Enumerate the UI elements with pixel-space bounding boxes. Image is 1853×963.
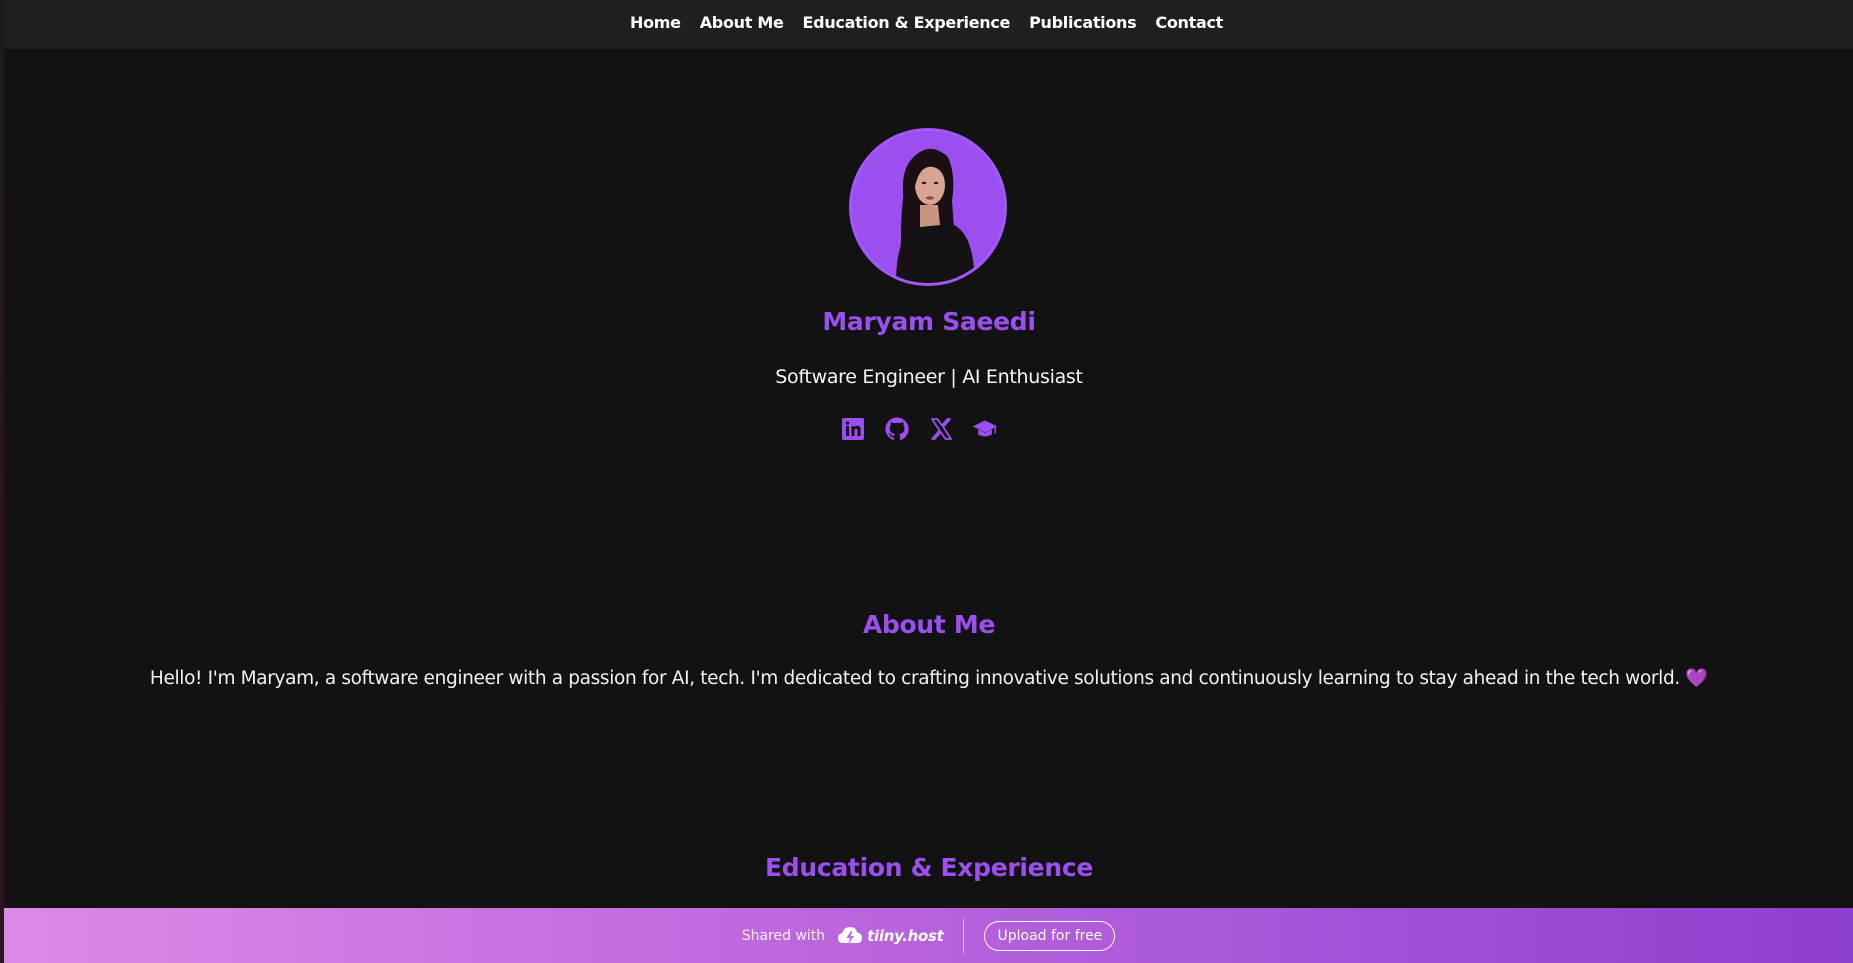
profile-name: Maryam Saeedi xyxy=(822,307,1036,336)
graduation-cap-icon[interactable] xyxy=(972,416,998,442)
social-links xyxy=(840,416,998,442)
linkedin-icon[interactable] xyxy=(840,416,866,442)
top-navigation: Home About Me Education & Experience Pub… xyxy=(4,0,1853,49)
profile-tagline: Software Engineer | AI Enthusiast xyxy=(775,366,1083,388)
tiiny-host-banner: Shared with tiiny.host Upload for free xyxy=(4,908,1853,963)
tiiny-host-brand[interactable]: tiiny.host xyxy=(837,925,944,947)
nav-links: Home About Me Education & Experience Pub… xyxy=(630,13,1223,32)
profile-avatar xyxy=(849,128,1007,286)
github-icon[interactable] xyxy=(884,416,910,442)
nav-contact-link[interactable]: Contact xyxy=(1155,13,1223,32)
banner-divider xyxy=(963,918,965,953)
purple-heart-emoji: 💜 xyxy=(1685,668,1709,689)
left-edge-strip xyxy=(0,0,4,963)
tiiny-host-name: tiiny.host xyxy=(867,926,944,945)
x-icon[interactable] xyxy=(928,416,954,442)
nav-publications-link[interactable]: Publications xyxy=(1029,13,1137,32)
cloud-bolt-icon xyxy=(838,926,863,945)
about-section-title: About Me xyxy=(862,610,996,639)
profile-photo-illustration xyxy=(852,131,1004,283)
shared-with-label: Shared with xyxy=(741,927,826,944)
nav-education-link[interactable]: Education & Experience xyxy=(803,13,1011,32)
nav-home-link[interactable]: Home xyxy=(630,13,681,32)
education-section-title: Education & Experience xyxy=(764,853,1094,882)
upload-for-free-button[interactable]: Upload for free xyxy=(984,920,1116,951)
about-section-text: Hello! I'm Maryam, a software engineer w… xyxy=(0,667,1853,689)
about-text-body: Hello! I'm Maryam, a software engineer w… xyxy=(149,668,1680,689)
nav-about-link[interactable]: About Me xyxy=(700,13,784,32)
